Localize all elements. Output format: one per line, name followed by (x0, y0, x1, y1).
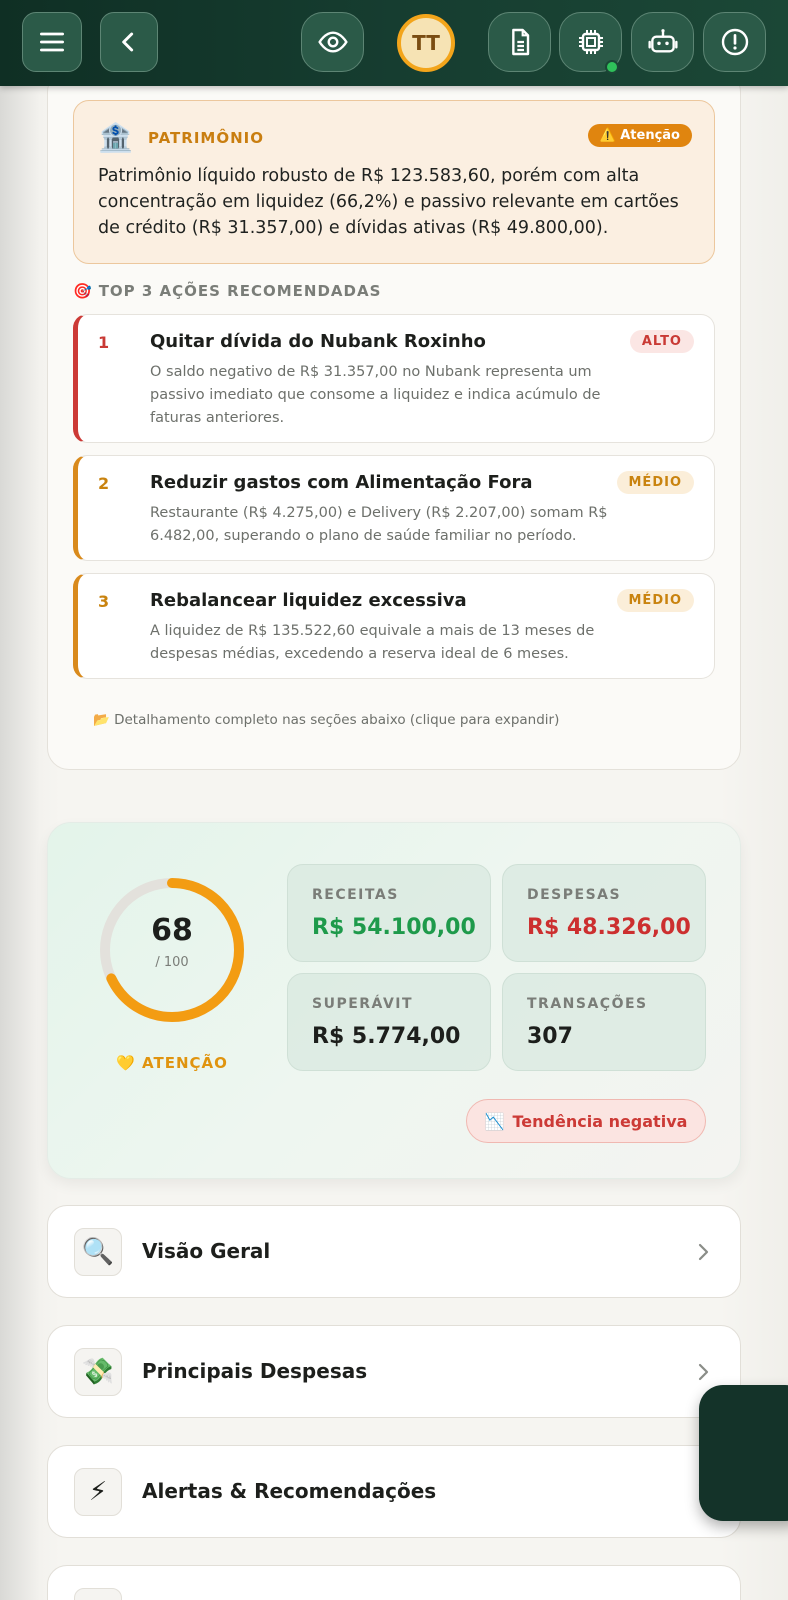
recommendation-title: Reduzir gastos com Alimentação Fora (150, 472, 533, 493)
score-max: / 100 (155, 955, 189, 970)
magnifier-icon: 🔍 (74, 1228, 122, 1276)
priority-badge: MÉDIO (616, 589, 694, 612)
stat-value: R$ 48.326,00 (527, 915, 691, 940)
section-alertas[interactable]: ⚡ Alertas & Recomendações (47, 1445, 741, 1538)
chevron-left-icon (122, 32, 134, 52)
stat-transacoes: TRANSAÇÕES 307 (502, 973, 706, 1071)
chevron-right-icon (698, 1243, 709, 1261)
recommendation-number: 1 (98, 333, 110, 352)
priority-badge: ALTO (629, 330, 694, 353)
recommendation-number: 2 (98, 474, 110, 493)
visibility-button[interactable] (301, 12, 364, 72)
chip-icon (578, 30, 603, 54)
stat-value: R$ 54.100,00 (312, 915, 476, 940)
stat-despesas: DESPESAS R$ 48.326,00 (502, 864, 706, 962)
trend-label: Tendência negativa (512, 1111, 688, 1131)
recommendation-number: 3 (98, 592, 110, 611)
recommendation-description: Restaurante (R$ 4.275,00) e Delivery (R$… (150, 505, 608, 544)
menu-icon (40, 32, 64, 52)
stat-value: R$ 5.774,00 (312, 1024, 461, 1049)
priority-badge: MÉDIO (616, 471, 694, 494)
avatar-initials: TT (412, 31, 440, 55)
recommendation-description: A liquidez de R$ 135.522,60 equivale a m… (150, 623, 595, 662)
top3-heading: 🎯 TOP 3 AÇÕES RECOMENDADAS (73, 282, 381, 300)
info-button[interactable] (703, 12, 766, 72)
stat-label: TRANSAÇÕES (527, 996, 648, 1012)
section-next[interactable] (47, 1565, 741, 1600)
stat-receitas: RECEITAS R$ 54.100,00 (287, 864, 491, 962)
lightning-icon: ⚡ (74, 1468, 122, 1516)
floating-action-button[interactable] (699, 1385, 788, 1521)
back-button[interactable] (100, 12, 158, 72)
robot-icon (647, 29, 678, 53)
section-principais-despesas[interactable]: 💸 Principais Despesas (47, 1325, 741, 1418)
section-icon (74, 1588, 122, 1600)
bank-icon: 🏦 (98, 121, 133, 154)
menu-button[interactable] (22, 12, 82, 72)
assistant-button[interactable] (631, 12, 694, 72)
stat-label: DESPESAS (527, 887, 622, 903)
avatar[interactable]: TT (397, 14, 455, 72)
recommendation-title: Rebalancear liquidez excessiva (150, 590, 467, 611)
online-status-dot (605, 60, 619, 74)
stat-label: RECEITAS (312, 887, 399, 903)
eye-icon (317, 31, 348, 53)
stat-value: 307 (527, 1024, 573, 1049)
recommendation-card[interactable]: 1 Quitar dívida do Nubank Roxinho ALTO O… (73, 314, 715, 443)
money-wings-icon: 💸 (74, 1348, 122, 1396)
chart-down-icon: 📉 (484, 1111, 505, 1131)
document-icon (511, 28, 529, 56)
recommendation-card[interactable]: 3 Rebalancear liquidez excessiva MÉDIO A… (73, 573, 715, 679)
score-status: 💛 ATENÇÃO (116, 1054, 228, 1072)
score-gauge (100, 878, 244, 1022)
report-button[interactable] (488, 12, 551, 72)
recommendation-card[interactable]: 2 Reduzir gastos com Alimentação Fora MÉ… (73, 455, 715, 561)
section-label: Visão Geral (142, 1239, 271, 1263)
recommendation-title: Quitar dívida do Nubank Roxinho (150, 331, 486, 352)
stat-label: SUPERÁVIT (312, 996, 414, 1012)
top3-heading-text: TOP 3 AÇÕES RECOMENDADAS (98, 282, 382, 300)
section-visao-geral[interactable]: 🔍 Visão Geral (47, 1205, 741, 1298)
trend-badge[interactable]: 📉 Tendência negativa (466, 1099, 706, 1143)
stat-superavit: SUPERÁVIT R$ 5.774,00 (287, 973, 491, 1071)
target-icon: 🎯 (73, 282, 93, 300)
status-badge: ⚠️ Atenção (587, 124, 692, 147)
alert-circle-icon (721, 28, 748, 56)
score-value: 68 (151, 913, 193, 948)
chevron-right-icon (698, 1363, 709, 1381)
detail-note: 📂 Detalhamento completo nas seções abaix… (93, 712, 560, 728)
patrimonio-title: PATRIMÔNIO (148, 129, 264, 147)
patrimonio-text: Patrimônio líquido robusto de R$ 123.583… (98, 166, 679, 238)
patrimonio-panel: 🏦 PATRIMÔNIO ⚠️ Atenção Patrimônio líqui… (73, 100, 715, 264)
section-label: Principais Despesas (142, 1359, 368, 1383)
recommendation-description: O saldo negativo de R$ 31.357,00 no Nuba… (150, 364, 601, 426)
top-bar: TT (0, 0, 788, 86)
section-label: Alertas & Recomendações (142, 1479, 437, 1503)
